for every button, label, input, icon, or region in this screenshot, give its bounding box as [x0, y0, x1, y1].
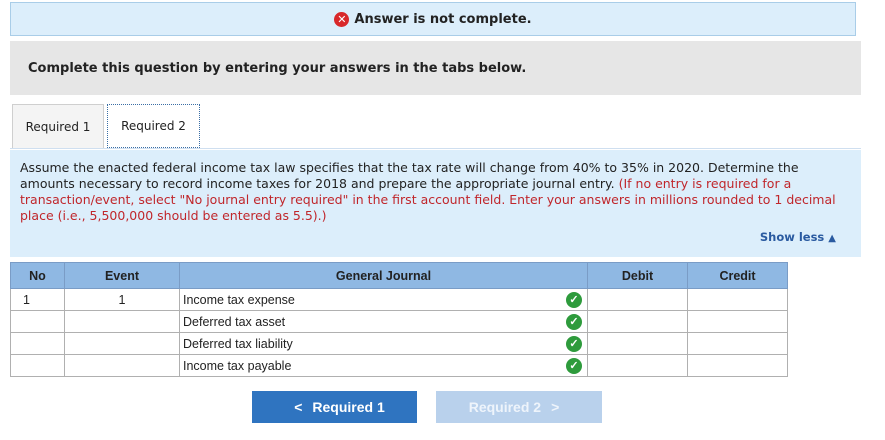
account-name: Income tax expense	[183, 292, 295, 307]
credit-input[interactable]	[687, 310, 788, 333]
check-icon: ✓	[566, 292, 582, 308]
account-name: Deferred tax asset	[183, 314, 286, 329]
debit-input[interactable]	[587, 332, 688, 355]
tab-required-1[interactable]: Required 1	[12, 104, 104, 148]
header-debit: Debit	[587, 262, 688, 289]
tab-label: Required 1	[25, 119, 91, 134]
credit-input[interactable]	[687, 288, 788, 311]
header-credit: Credit	[687, 262, 788, 289]
row-no: 1	[10, 288, 65, 311]
show-less-link[interactable]: Show less ▲	[760, 229, 836, 247]
row-event	[64, 332, 180, 355]
tab-label: Required 2	[121, 119, 186, 133]
answer-status-text: Answer is not complete.	[354, 11, 532, 27]
account-field[interactable]: Income tax expense ✓	[179, 288, 588, 311]
row-event: 1	[64, 288, 180, 311]
header-event: Event	[64, 262, 180, 289]
prev-button-label: Required 1	[312, 399, 385, 415]
triangle-up-icon: ▲	[828, 233, 836, 244]
credit-input[interactable]	[687, 354, 788, 377]
tab-required-2[interactable]: Required 2	[107, 104, 200, 148]
table-header-row: No Event General Journal Debit Credit	[10, 262, 788, 289]
row-no	[10, 354, 65, 377]
previous-required-1-button[interactable]: < Required 1	[252, 391, 417, 423]
header-no: No	[10, 262, 65, 289]
debit-input[interactable]	[587, 288, 688, 311]
header-general-journal: General Journal	[179, 262, 588, 289]
row-event	[64, 354, 180, 377]
credit-input[interactable]	[687, 332, 788, 355]
tab-divider	[10, 148, 861, 149]
chevron-right-icon: >	[551, 399, 560, 415]
table-row: Income tax payable ✓	[10, 354, 788, 377]
row-no	[10, 332, 65, 355]
table-row: 1 1 Income tax expense ✓	[10, 288, 788, 311]
account-field[interactable]: Deferred tax asset ✓	[179, 310, 588, 333]
chevron-left-icon: <	[294, 399, 303, 415]
account-field[interactable]: Deferred tax liability ✓	[179, 332, 588, 355]
account-name: Income tax payable	[183, 358, 292, 373]
check-icon: ✓	[566, 314, 582, 330]
row-event	[64, 310, 180, 333]
account-name: Deferred tax liability	[183, 336, 293, 351]
check-icon: ✓	[566, 358, 582, 374]
row-no	[10, 310, 65, 333]
next-required-2-button[interactable]: Required 2 >	[436, 391, 602, 423]
general-journal-table: No Event General Journal Debit Credit 1 …	[10, 262, 788, 377]
debit-input[interactable]	[587, 354, 688, 377]
account-field[interactable]: Income tax payable ✓	[179, 354, 588, 377]
debit-input[interactable]	[587, 310, 688, 333]
show-less-label: Show less	[759, 230, 825, 244]
next-button-label: Required 2	[468, 399, 542, 415]
instructions-banner: Complete this question by entering your …	[10, 41, 861, 95]
table-row: Deferred tax liability ✓	[10, 332, 788, 355]
answer-status-banner: ✕ Answer is not complete.	[10, 2, 856, 36]
question-panel: Assume the enacted federal income tax la…	[10, 150, 861, 257]
error-x-icon: ✕	[334, 11, 350, 27]
check-icon: ✓	[566, 336, 582, 352]
instructions-text: Complete this question by entering your …	[28, 60, 527, 76]
table-row: Deferred tax asset ✓	[10, 310, 788, 333]
